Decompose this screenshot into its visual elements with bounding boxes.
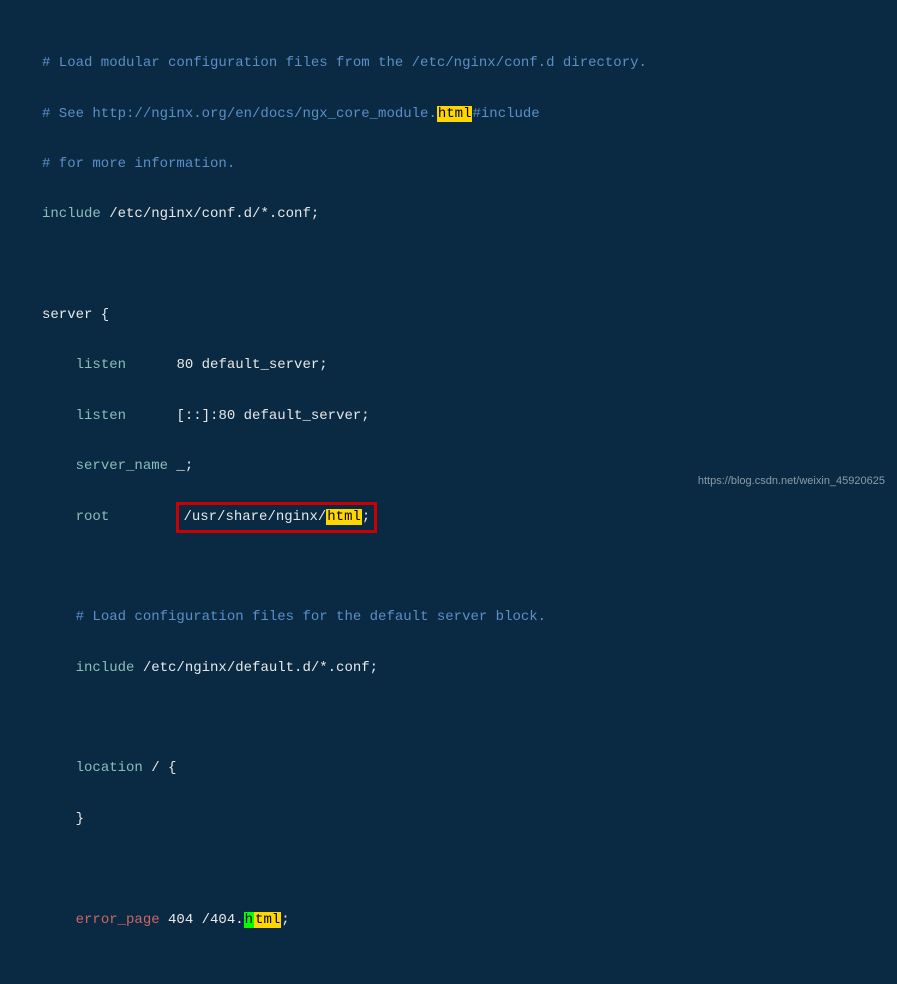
errorpage-line: error_page 404 /404.html; — [42, 908, 855, 933]
comment-line-3: # for more information. — [42, 152, 855, 177]
cursor-position: h — [244, 912, 254, 928]
comment-line-4: # Load configuration files for the defau… — [42, 605, 855, 630]
comment-line-2: # See http://nginx.org/en/docs/ngx_core_… — [42, 102, 855, 127]
location-close: } — [42, 807, 855, 832]
watermark-text: https://blog.csdn.net/weixin_45920625 — [698, 472, 885, 492]
highlight-html-1: html — [437, 106, 473, 122]
include-line-2: include /etc/nginx/default.d/*.conf; — [42, 656, 855, 681]
listen-line-1: listen 80 default_server; — [42, 353, 855, 378]
highlight-html-2: html — [326, 509, 362, 525]
listen-line-2: listen [::]:80 default_server; — [42, 404, 855, 429]
blank-line — [42, 253, 855, 278]
highlighted-root-box: /usr/share/nginx/html; — [176, 502, 377, 533]
blank-line — [42, 706, 855, 731]
server-open: server { — [42, 303, 855, 328]
root-line: root /usr/share/nginx/html; — [42, 505, 855, 530]
include-line-1: include /etc/nginx/conf.d/*.conf; — [42, 202, 855, 227]
blank-line — [42, 555, 855, 580]
location-open: location / { — [42, 756, 855, 781]
highlight-html-3: tml — [254, 912, 281, 928]
comment-line-1: # Load modular configuration files from … — [42, 51, 855, 76]
blank-line — [42, 857, 855, 882]
